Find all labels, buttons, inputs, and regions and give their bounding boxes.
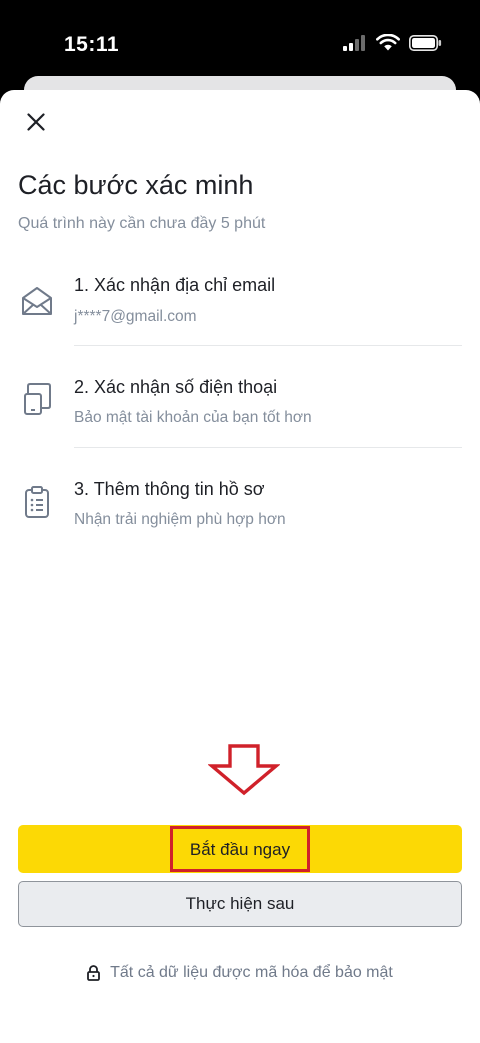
security-note: Tất cả dữ liệu được mã hóa để bảo mật bbox=[0, 964, 480, 982]
step-title: 3. Thêm thông tin hồ sơ bbox=[74, 479, 265, 499]
page-subtitle: Quá trình này cần chưa đầy 5 phút bbox=[18, 215, 266, 232]
lock-icon bbox=[87, 965, 101, 981]
page-title: Các bước xác minh bbox=[18, 170, 254, 200]
step-title: 1. Xác nhận địa chỉ email bbox=[74, 275, 276, 295]
start-now-label: Bắt đầu ngay bbox=[169, 825, 311, 873]
step-subtitle: j****7@gmail.com bbox=[74, 308, 197, 325]
phone-icon bbox=[20, 382, 54, 416]
clipboard-icon bbox=[20, 485, 54, 519]
step-subtitle: Bảo mật tài khoản của bạn tốt hơn bbox=[74, 409, 312, 426]
start-now-button[interactable]: Bắt đầu ngay bbox=[18, 825, 462, 873]
divider bbox=[74, 447, 462, 448]
divider bbox=[74, 345, 462, 346]
step-title: 2. Xác nhận số điện thoại bbox=[74, 377, 278, 397]
close-button[interactable] bbox=[22, 108, 50, 136]
security-note-text: Tất cả dữ liệu được mã hóa để bảo mật bbox=[110, 964, 393, 981]
step-add-profile-info[interactable]: 3. Thêm thông tin hồ sơ Nhận trải nghiệm… bbox=[0, 0, 480, 528]
do-later-button[interactable]: Thực hiện sau bbox=[18, 881, 462, 927]
close-icon bbox=[27, 113, 45, 131]
down-arrow-annotation-icon bbox=[208, 744, 280, 796]
step-subtitle: Nhận trải nghiệm phù hợp hơn bbox=[74, 511, 286, 528]
envelope-icon bbox=[20, 284, 54, 318]
